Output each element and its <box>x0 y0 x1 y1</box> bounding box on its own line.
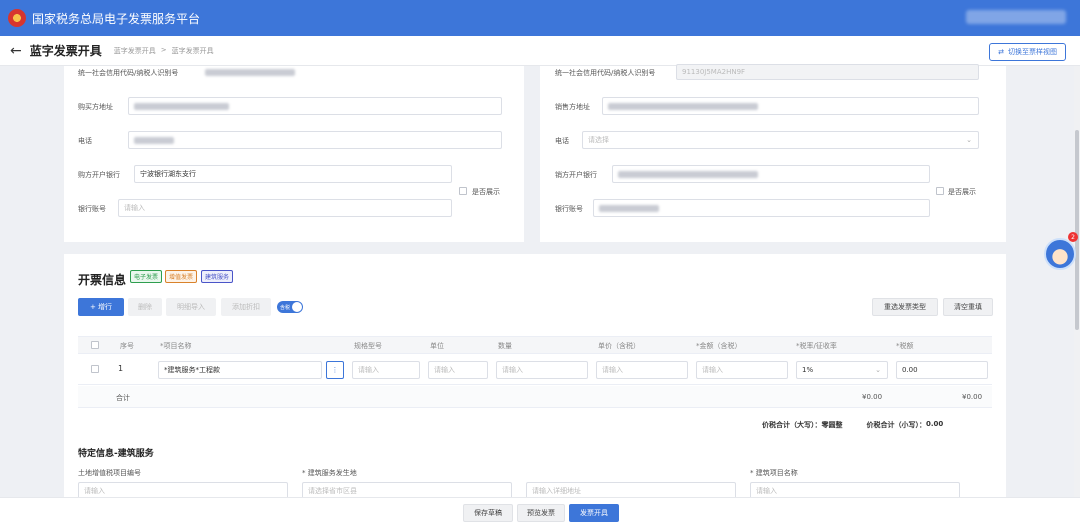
buyer-bank-input[interactable]: 宁波银行湖东支行 <box>134 165 452 183</box>
seller-account-label: 银行账号 <box>555 205 583 213</box>
switch-view-button[interactable]: ⇄ 切换至票样视图 <box>989 43 1066 61</box>
breadcrumb: 蓝字发票开具 > 蓝字发票开具 <box>114 46 214 56</box>
land-tax-label: 土地增值税项目编号 <box>78 469 141 477</box>
seller-show-label: 是否展示 <box>948 188 976 196</box>
buyer-account-input[interactable]: 请输入 <box>118 199 452 217</box>
buyer-address-label: 购买方地址 <box>78 103 113 111</box>
col-spec: 规格型号 <box>354 342 382 350</box>
row-checkbox[interactable] <box>91 365 99 373</box>
notification-badge: 2 <box>1068 232 1078 242</box>
back-arrow-icon[interactable]: ← <box>10 43 22 59</box>
platform-title: 国家税务总局电子发票服务平台 <box>32 11 201 26</box>
clear-refill-button[interactable]: 清空重填 <box>943 298 993 316</box>
seller-taxid-input: 91130J5MA2HN9F <box>676 64 979 80</box>
page-header: ← 蓝字发票开具 蓝字发票开具 > 蓝字发票开具 ⇄ 切换至票样视图 <box>0 36 1080 66</box>
col-quantity: 数量 <box>498 342 512 350</box>
tax-inclusive-toggle[interactable]: 含税 <box>277 301 303 313</box>
total-upper-label: 价税合计（大写）： <box>762 421 822 429</box>
total-lower-label: 价税合计（小写）： <box>866 421 927 429</box>
seller-address-label: 销售方地址 <box>555 103 590 111</box>
add-row-button[interactable]: + 增行 <box>78 298 124 316</box>
col-unit: 单位 <box>430 342 444 350</box>
spec-input[interactable]: 请输入 <box>352 361 420 379</box>
buyer-bank-label: 购方开户银行 <box>78 171 120 179</box>
preview-invoice-button[interactable]: 预览发票 <box>517 504 565 522</box>
col-amount: *金额（含税） <box>696 342 742 350</box>
invoice-section-title: 开票信息 <box>78 273 127 287</box>
seller-taxid-label: 统一社会信用代码/纳税人识别号 <box>555 69 656 77</box>
breadcrumb-current: 蓝字发票开具 <box>171 46 214 55</box>
assistant-widget[interactable]: 2 <box>1040 232 1078 272</box>
item-selector-button[interactable]: ⋮ <box>326 361 344 379</box>
user-info[interactable] <box>966 10 1066 24</box>
page-title: 蓝字发票开具 <box>29 44 102 58</box>
col-tax-amount: *税额 <box>896 342 914 350</box>
buyer-show-label: 是否展示 <box>472 188 500 196</box>
total-tax: ¥0.00 <box>962 393 983 401</box>
total-row: 合计 ¥0.00 ¥0.00 <box>78 386 992 408</box>
delete-button[interactable]: 删除 <box>128 298 162 316</box>
quantity-input[interactable]: 请输入 <box>496 361 588 379</box>
tax-rate-select[interactable]: 1% ⌄ <box>796 361 888 379</box>
col-item-name: *项目名称 <box>160 342 192 350</box>
buyer-taxid-label: 统一社会信用代码/纳税人识别号 <box>78 69 179 77</box>
seller-address-input[interactable] <box>602 97 979 115</box>
tax-emblem-icon <box>8 9 26 27</box>
switch-view-label: 切换至票样视图 <box>1008 48 1057 56</box>
breadcrumb-item[interactable]: 蓝字发票开具 <box>114 46 156 56</box>
total-lower-value: 0.00 <box>926 420 944 428</box>
buyer-phone-input[interactable] <box>128 131 502 149</box>
total-label: 合计 <box>116 394 130 402</box>
select-all-checkbox[interactable] <box>91 341 99 349</box>
col-index: 序号 <box>120 342 134 350</box>
footer-bar: 保存草稿 预览发票 发票开具 <box>0 497 1080 527</box>
seller-show-checkbox[interactable] <box>936 187 944 195</box>
add-discount-button[interactable]: 添加折扣 <box>221 298 271 316</box>
grand-total: 价税合计（大写）： 零圆整 价税合计（小写）： 0.00 <box>762 420 943 430</box>
buyer-address-input[interactable] <box>128 97 502 115</box>
save-draft-button[interactable]: 保存草稿 <box>463 504 513 522</box>
tag-electronic: 电子发票 <box>130 270 163 283</box>
chevron-down-icon: ⌄ <box>875 366 881 374</box>
col-tax-rate: *税率/征收率 <box>796 342 837 350</box>
unit-input[interactable]: 请输入 <box>428 361 488 379</box>
issue-invoice-button[interactable]: 发票开具 <box>569 504 619 522</box>
seller-account-input[interactable] <box>593 199 930 217</box>
buyer-show-checkbox[interactable] <box>459 187 467 195</box>
project-name-label: * 建筑项目名称 <box>750 469 798 477</box>
breadcrumb-separator: > <box>160 45 167 54</box>
seller-bank-label: 销方开户银行 <box>555 171 597 179</box>
detail-import-button[interactable]: 明细导入 <box>166 298 216 316</box>
col-unit-price: 单价（含税） <box>598 342 640 350</box>
top-bar: 国家税务总局电子发票服务平台 <box>0 0 1080 36</box>
seller-phone-select[interactable]: 请选择 ⌄ <box>582 131 979 149</box>
chevron-down-icon: ⌄ <box>966 136 972 144</box>
buyer-account-label: 银行账号 <box>78 205 106 213</box>
seller-phone-label: 电话 <box>555 137 569 145</box>
service-place-label: * 建筑服务发生地 <box>302 469 357 477</box>
item-name-input[interactable]: *建筑服务*工程款 <box>158 361 322 379</box>
unit-price-input[interactable]: 请输入 <box>596 361 688 379</box>
amount-input[interactable]: 请输入 <box>696 361 788 379</box>
tax-amount-input[interactable]: 0.00 <box>896 361 988 379</box>
buyer-phone-label: 电话 <box>78 137 92 145</box>
assistant-avatar-icon <box>1044 238 1076 270</box>
switch-icon: ⇄ <box>998 48 1004 56</box>
tag-construction: 建筑服务 <box>201 270 234 283</box>
reselect-invoice-type-button[interactable]: 重选发票类型 <box>872 298 938 316</box>
scrollbar-thumb[interactable] <box>1075 130 1079 330</box>
row-index: 1 <box>118 364 124 373</box>
table-header: 序号 *项目名称 规格型号 单位 数量 单价（含税） *金额（含税） *税率/征… <box>78 336 992 354</box>
total-amount: ¥0.00 <box>862 393 883 401</box>
buyer-taxid-value <box>205 69 295 76</box>
seller-bank-input[interactable] <box>612 165 930 183</box>
tag-vat: 增值发票 <box>165 270 198 283</box>
special-section-title: 特定信息-建筑服务 <box>78 449 154 459</box>
total-upper-value: 零圆整 <box>821 421 843 429</box>
table-row: 1 *建筑服务*工程款 ⋮ 请输入 请输入 请输入 请输入 请输入 1% ⌄ 0… <box>78 355 992 385</box>
